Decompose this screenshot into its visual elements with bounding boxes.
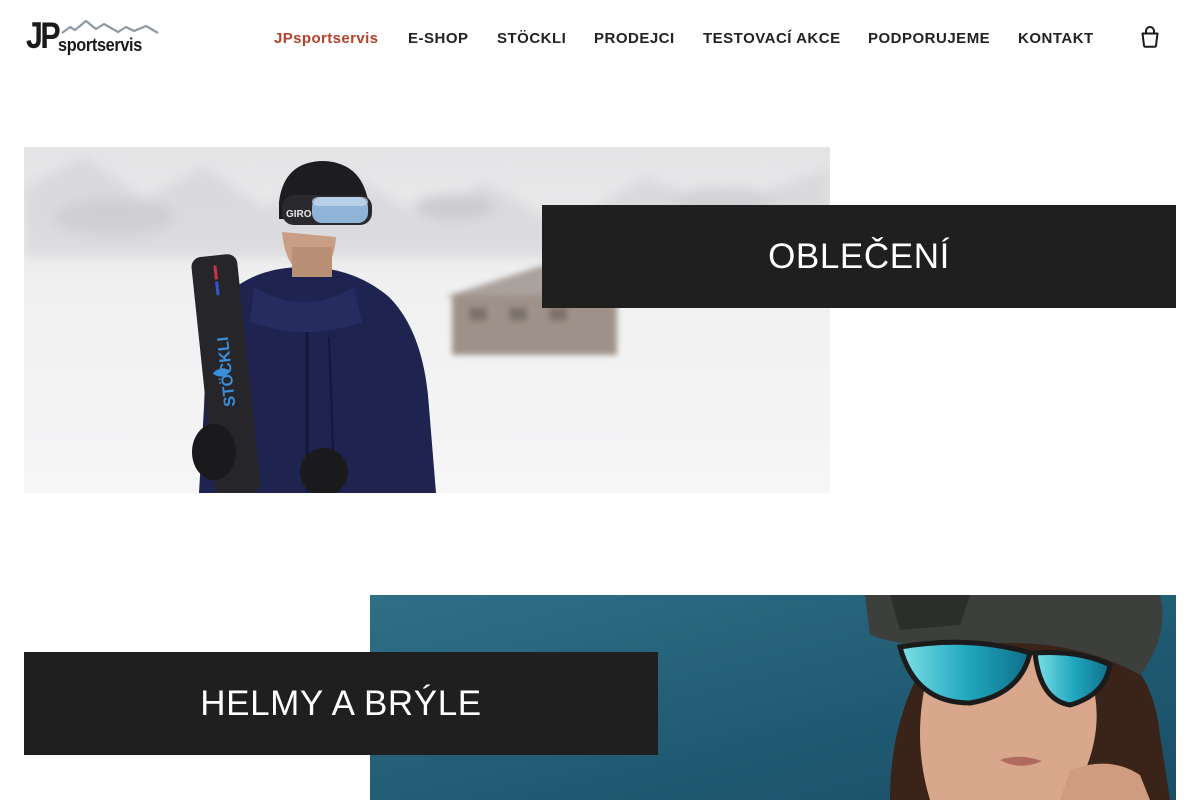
logo-sportservis: sportservis <box>58 34 142 55</box>
nav-item-kontakt[interactable]: KONTAKT <box>1018 30 1094 48</box>
nav-item-prodejci[interactable]: PRODEJCI <box>594 30 675 48</box>
nav-item-jpsportservis[interactable]: JPsportservis <box>274 30 378 48</box>
site-logo[interactable]: JP sportservis <box>26 16 166 60</box>
shopping-bag-icon[interactable] <box>1140 25 1160 49</box>
helmets-goggles-title: HELMY A BRÝLE <box>200 683 482 723</box>
helmets-goggles-banner[interactable]: HELMY A BRÝLE <box>24 652 658 755</box>
clothing-title: OBLEČENÍ <box>768 236 950 276</box>
skier-photo[interactable]: GIRO STÖCKLI <box>24 147 830 493</box>
nav-item-podporujeme[interactable]: PODPORUJEME <box>868 30 990 48</box>
nav-item-stockli[interactable]: STÖCKLI <box>497 30 566 48</box>
site-header: JP sportservis JPsportservis E-SHOP STÖC… <box>0 0 1200 78</box>
nav-item-e-shop[interactable]: E-SHOP <box>408 30 469 48</box>
helmet-brand-text: GIRO <box>286 209 312 220</box>
nav-item-testovaci-akce[interactable]: TESTOVACÍ AKCE <box>703 30 841 48</box>
skier-illustration: GIRO STÖCKLI <box>24 147 830 493</box>
logo-jp: JP <box>26 15 61 56</box>
clothing-banner[interactable]: OBLEČENÍ <box>542 205 1176 308</box>
